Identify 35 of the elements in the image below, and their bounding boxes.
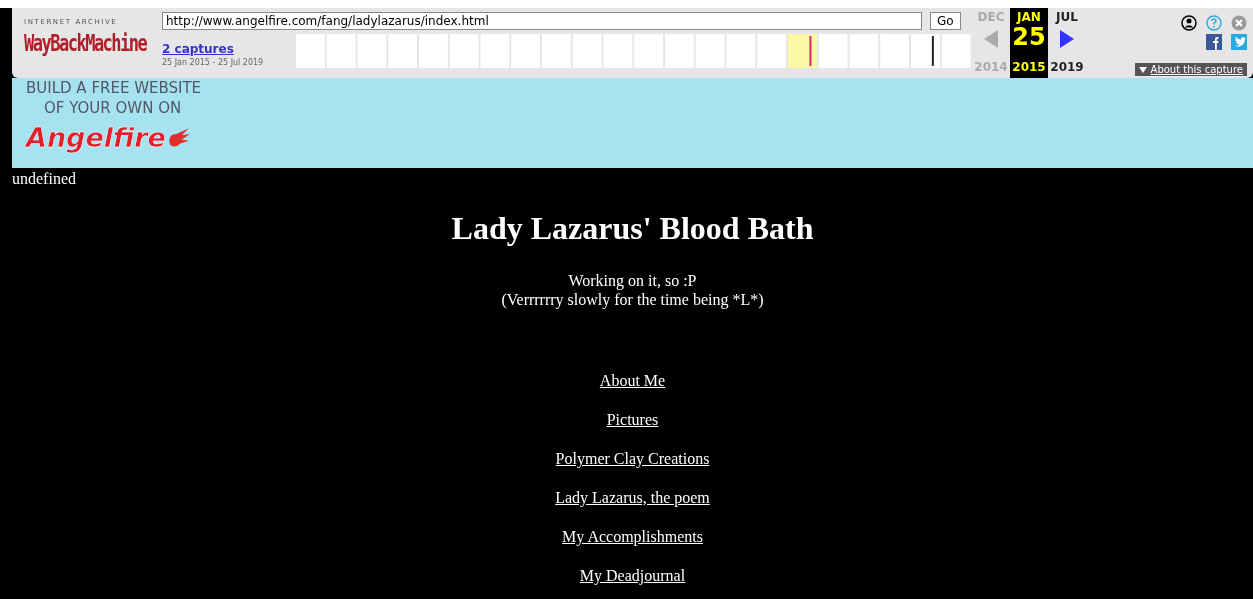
wayback-logo[interactable]: WayBackMachine [24,29,162,57]
month-label: DEC [977,10,1005,24]
url-field[interactable]: http://www.angelfire.com/fang/ladylazarus/index.html [162,12,922,30]
nav-link[interactable]: My Deadjournal [579,567,686,585]
angelfire-banner[interactable]: BUILD A FREE WEBSITE OF YOUR OWN ON Angelfire [12,78,1253,168]
year-label: 2015 [1012,60,1046,74]
body-text: undefined [12,170,76,188]
calendar-column[interactable]: JAN 25 2015 [1010,8,1048,78]
close-icon[interactable] [1231,15,1247,31]
year-label: 2014 [974,60,1008,74]
date-range: 25 Jan 2015 - 25 Jul 2019 [162,58,265,67]
year-label: 2019 [1050,60,1084,74]
nav-link[interactable]: About Me [599,372,666,390]
day-number: 25 [1012,24,1046,50]
page-title: Lady Lazarus' Blood Bath [451,210,814,247]
nav-link[interactable]: Lady Lazarus, the poem [555,489,710,507]
next-arrow-icon[interactable] [1060,30,1074,48]
month-label: JUL [1056,10,1078,24]
subtitle-text: (Verrrrrry slowly for the time being *L*) [501,290,764,309]
user-icon[interactable] [1181,15,1197,31]
go-button[interactable]: Go [930,12,961,30]
subtitle-text: Working on it, so :P [568,271,697,290]
nav-link[interactable]: Polymer Clay Creations [555,450,710,468]
twitter-icon[interactable] [1231,34,1247,50]
caret-icon [1138,67,1147,73]
nav-link[interactable]: My Accomplishments [562,528,703,546]
about-capture-button[interactable]: About this capture [1134,63,1247,76]
facebook-icon[interactable] [1206,34,1222,50]
captures-link[interactable]: 2 captures [162,42,234,56]
month-label: JAN [1017,10,1041,24]
nav-link[interactable]: Pictures [606,411,659,429]
banner-text: OF YOUR OWN ON [43,98,182,118]
calendar-column[interactable]: JUL 2019 [1048,8,1086,78]
banner-text: BUILD A FREE WEBSITE [26,78,202,98]
angelfire-logo: Angelfire [26,122,166,153]
